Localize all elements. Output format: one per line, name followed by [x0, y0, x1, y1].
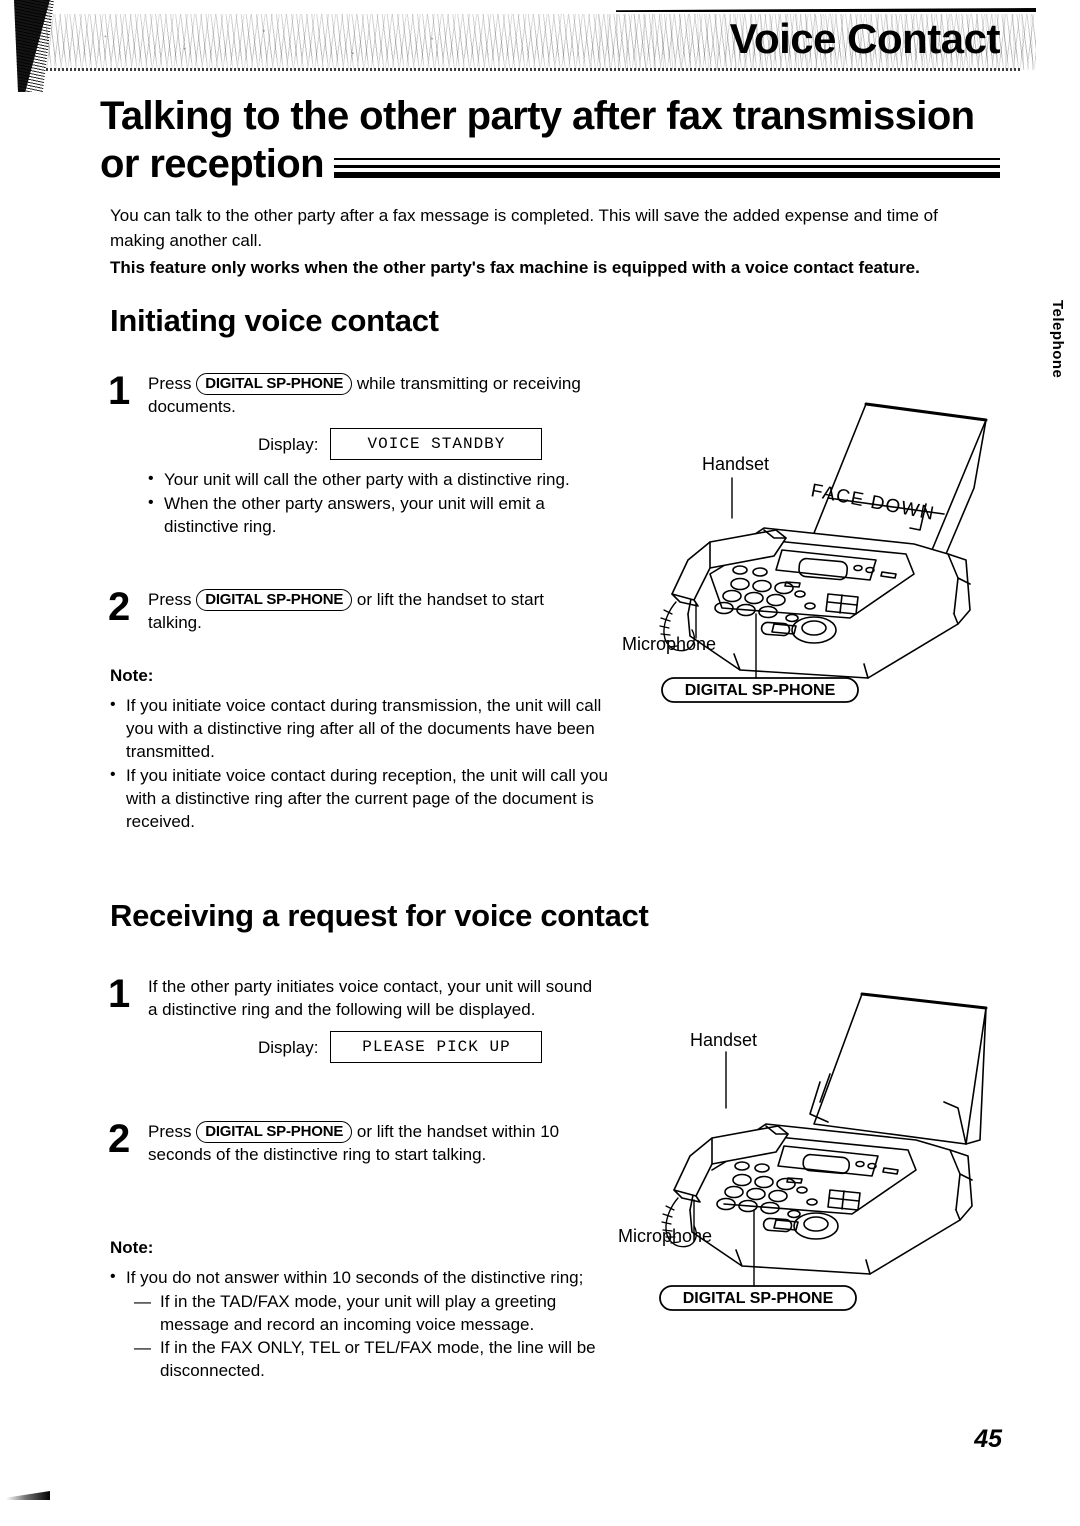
step-text-before: Press	[148, 590, 192, 609]
step-number: 2	[108, 1117, 131, 1161]
callout-digital-sp-phone: DIGITAL SP-PHONE	[661, 677, 859, 703]
list-item: When the other party answers, your unit …	[148, 491, 588, 538]
fax-machine-illustration-1: FACE DOWN Handset Microphone DIGITAL SP-…	[614, 378, 1034, 718]
note-block-initiating: Note: If you initiate voice contact duri…	[110, 666, 610, 834]
step-text-before: Press	[148, 1122, 192, 1141]
display-label: Display:	[258, 434, 319, 454]
note-sub-list: If in the TAD/FAX mode, your unit will p…	[110, 1290, 610, 1382]
key-digital-sp-phone[interactable]: DIGITAL SP-PHONE	[196, 589, 353, 611]
label-microphone: Microphone	[618, 1226, 712, 1246]
intro-bold-note: This feature only works when the other p…	[110, 258, 920, 277]
note-title: Note:	[110, 1238, 154, 1257]
side-tab-telephone: Telephone	[1049, 300, 1066, 379]
page-title: Talking to the other party after fax tra…	[100, 92, 1000, 188]
intro-block: You can talk to the other party after a …	[110, 203, 990, 280]
display-readout-row: Display: VOICE STANDBY	[258, 428, 588, 460]
page-title-line2-row: or reception	[100, 140, 1000, 188]
key-digital-sp-phone[interactable]: DIGITAL SP-PHONE	[196, 1121, 353, 1143]
display-label: Display:	[258, 1037, 319, 1057]
section-heading-initiating: Initiating voice contact	[110, 303, 439, 338]
note-bullet-list: If you do not answer within 10 seconds o…	[110, 1265, 610, 1289]
banner-baseline-rule	[46, 68, 1022, 71]
list-item: If you do not answer within 10 seconds o…	[110, 1265, 610, 1289]
step-body: If the other party initiates voice conta…	[148, 975, 598, 1063]
banner-title: Voice Contact	[729, 15, 1001, 62]
step-bullet-list: Your unit will call the other party with…	[148, 467, 588, 538]
intro-paragraph: You can talk to the other party after a …	[110, 206, 938, 250]
label-microphone: Microphone	[622, 634, 716, 654]
fax-machine-illustration-2: Handset Microphone DIGITAL SP-PHONE	[614, 962, 1034, 1318]
list-item: If in the FAX ONLY, TEL or TEL/FAX mode,…	[134, 1336, 610, 1382]
svg-text:DIGITAL SP-PHONE: DIGITAL SP-PHONE	[683, 1290, 834, 1307]
step-body: Press DIGITAL SP-PHONE or lift the hands…	[148, 1120, 598, 1166]
step-number: 1	[108, 369, 131, 413]
list-item: If you initiate voice contact during rec…	[110, 763, 610, 833]
step-1-receiving: 1 If the other party initiates voice con…	[108, 972, 598, 1063]
step-2-receiving: 2 Press DIGITAL SP-PHONE or lift the han…	[108, 1117, 598, 1166]
scan-artifact-bottom-left	[6, 1491, 50, 1500]
display-box-please-pick-up: PLEASE PICK UP	[330, 1031, 543, 1063]
display-readout-row: Display: PLEASE PICK UP	[258, 1031, 598, 1063]
list-item: Your unit will call the other party with…	[148, 467, 588, 491]
page-title-line1: Talking to the other party after fax tra…	[100, 94, 975, 138]
step-2-initiating: 2 Press DIGITAL SP-PHONE or lift the han…	[108, 585, 588, 634]
section-heading-receiving: Receiving a request for voice contact	[110, 898, 649, 933]
list-item: If you initiate voice contact during tra…	[110, 693, 610, 763]
step-body: Press DIGITAL SP-PHONE or lift the hands…	[148, 588, 588, 634]
page-banner: Voice Contact	[46, 6, 1036, 78]
note-title: Note:	[110, 666, 154, 685]
title-underline-rules	[333, 156, 1000, 182]
step-number: 2	[108, 585, 131, 629]
step-text: If the other party initiates voice conta…	[148, 977, 593, 1019]
note-bullet-list: If you initiate voice contact during tra…	[110, 693, 610, 833]
list-item: If in the TAD/FAX mode, your unit will p…	[134, 1290, 610, 1336]
note-block-receiving: Note: If you do not answer within 10 sec…	[110, 1238, 610, 1382]
svg-text:DIGITAL SP-PHONE: DIGITAL SP-PHONE	[685, 682, 836, 699]
label-handset: Handset	[690, 1030, 757, 1050]
step-body: Press DIGITAL SP-PHONE while transmittin…	[148, 372, 588, 539]
banner-top-rule	[616, 8, 1036, 12]
display-box-voice-standby: VOICE STANDBY	[330, 428, 543, 460]
page-title-line2: or reception	[100, 142, 325, 186]
step-text-before: Press	[148, 374, 192, 393]
document-page: Voice Contact Talking to the other party…	[0, 0, 1080, 1526]
label-handset: Handset	[702, 454, 769, 474]
callout-digital-sp-phone: DIGITAL SP-PHONE	[659, 1285, 857, 1311]
step-number: 1	[108, 972, 131, 1016]
step-1-initiating: 1 Press DIGITAL SP-PHONE while transmitt…	[108, 369, 588, 539]
key-digital-sp-phone[interactable]: DIGITAL SP-PHONE	[196, 373, 353, 395]
page-number: 45	[974, 1425, 1002, 1453]
